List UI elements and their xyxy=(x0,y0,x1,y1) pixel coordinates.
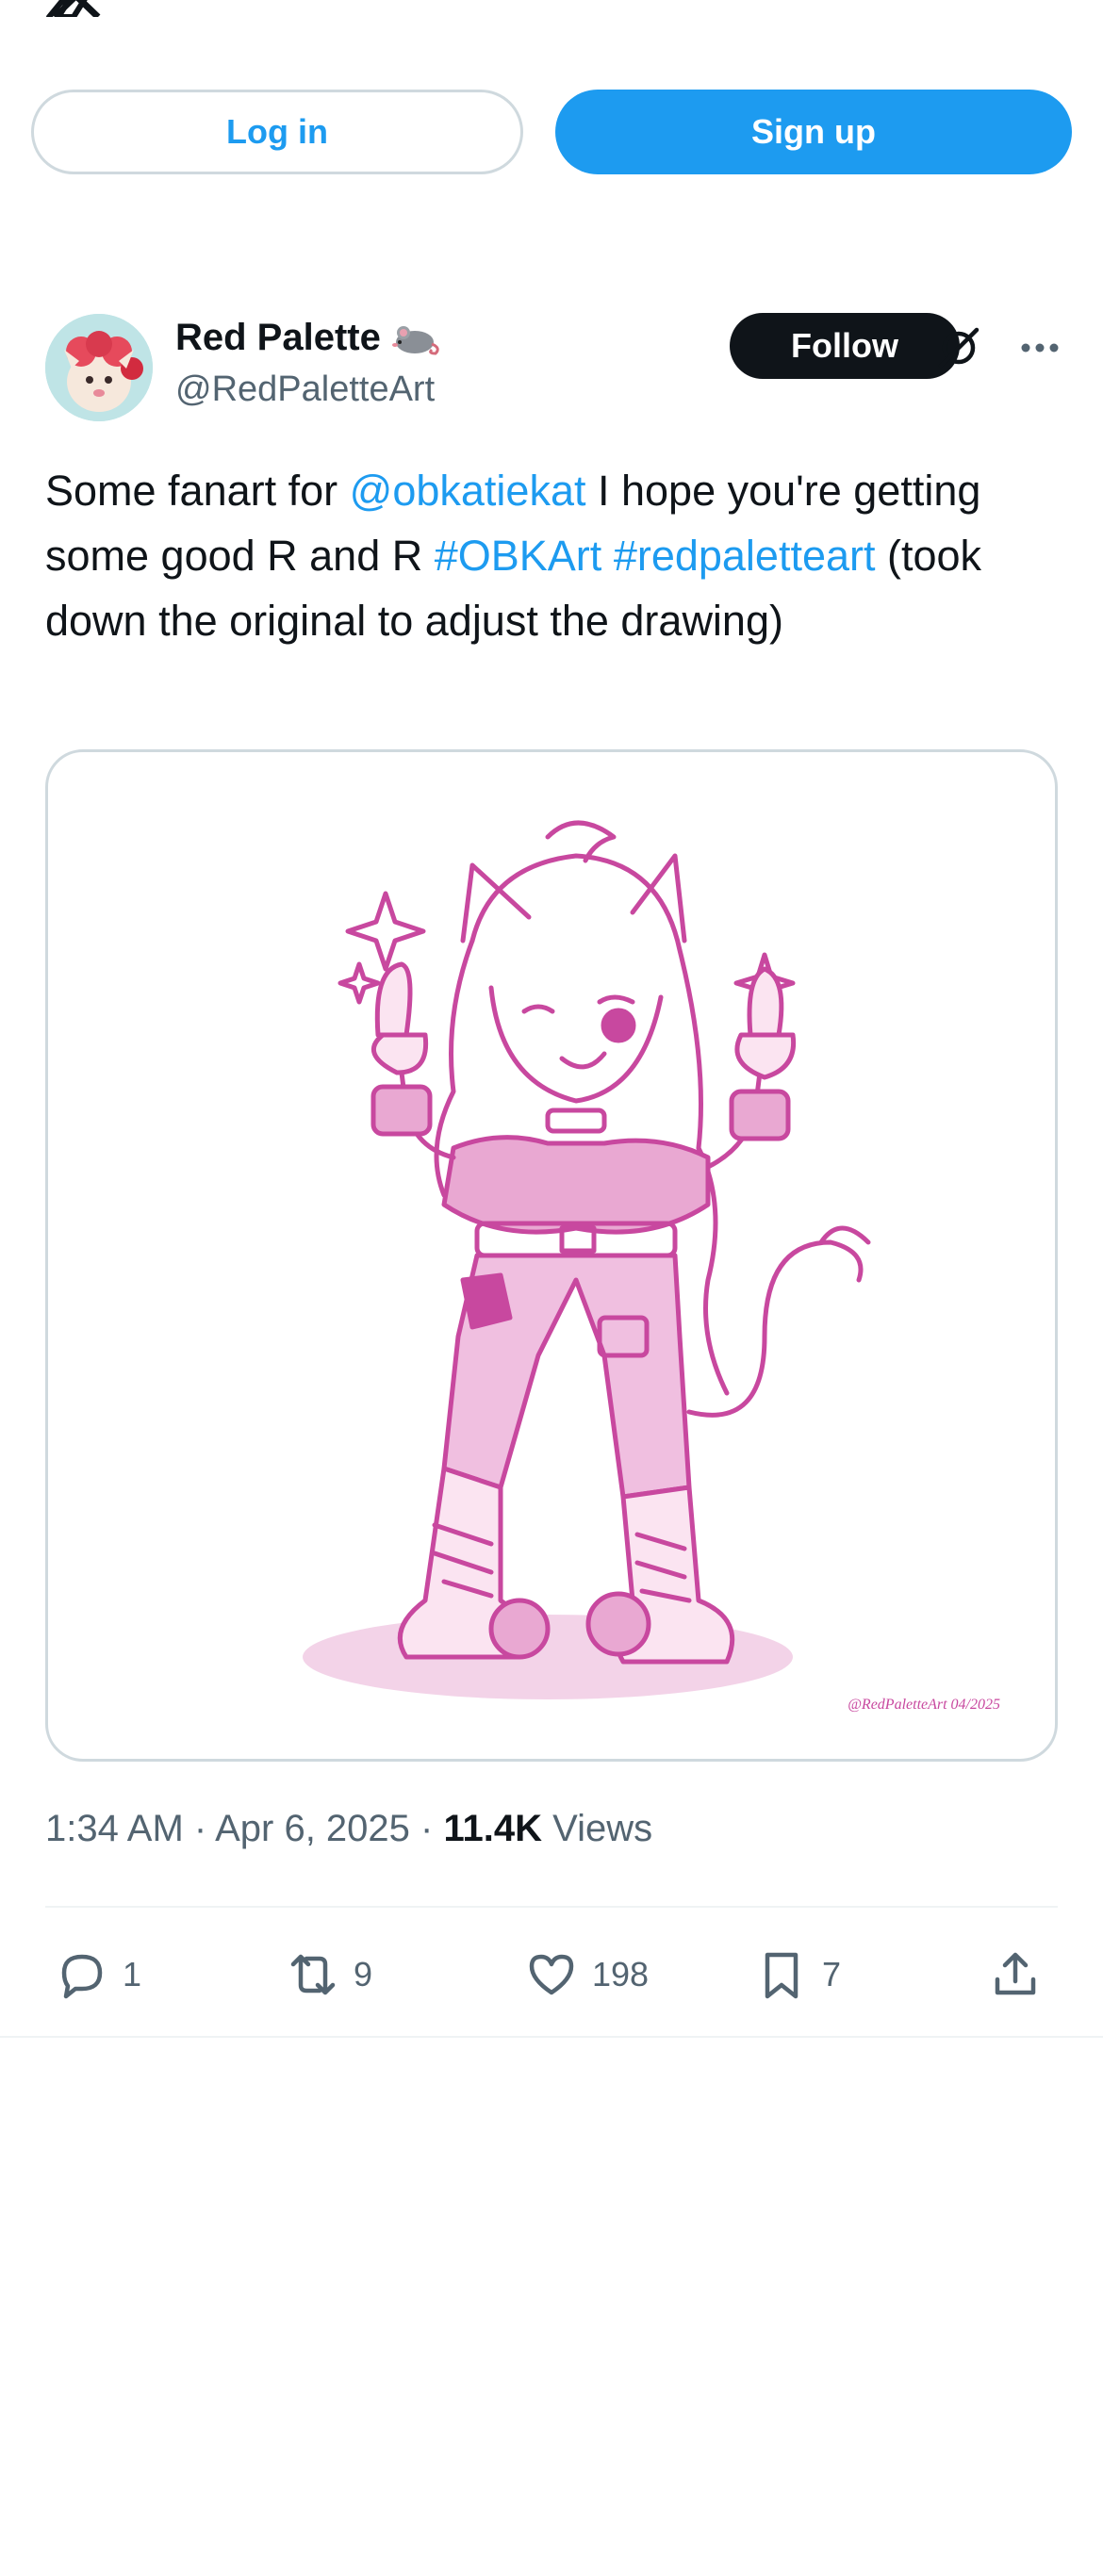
like-count: 198 xyxy=(592,1955,650,1994)
share-button[interactable] xyxy=(988,1937,1043,2012)
fanart-illustration: @RedPaletteArt 04/2025 xyxy=(303,820,1000,1713)
like-button[interactable]: 198 xyxy=(524,1937,649,2012)
hashtag-link[interactable]: #OBKArt xyxy=(435,532,602,580)
grok-icon[interactable] xyxy=(935,324,982,371)
follow-button[interactable]: Follow xyxy=(730,313,960,379)
signup-button[interactable]: Sign up xyxy=(555,90,1072,174)
views-count: 11.4K xyxy=(443,1808,542,1849)
bookmark-icon xyxy=(765,1952,798,1999)
bookmark-count: 7 xyxy=(822,1955,842,1994)
reply-count: 1 xyxy=(123,1955,142,1994)
hashtag-link[interactable]: #redpaletteart xyxy=(614,532,876,580)
x-logo-icon[interactable] xyxy=(45,0,107,17)
art-signature: @RedPaletteArt 04/2025 xyxy=(848,1697,1000,1713)
author-display-name[interactable]: Red Palette xyxy=(175,317,381,359)
mouse-emoji-icon xyxy=(391,325,439,355)
divider xyxy=(45,1906,1058,1908)
repost-icon xyxy=(290,1954,336,1995)
tweet-text-part: Some fanart for xyxy=(45,467,350,515)
tweet-meta: 1:34 AM · Apr 6, 2025 · 11.4K Views xyxy=(45,1808,652,1850)
reply-button[interactable]: 1 xyxy=(55,1937,141,2012)
tweet-text: Some fanart for @obkatiekat I hope you'r… xyxy=(45,458,1063,653)
share-icon xyxy=(995,1952,1036,1995)
auth-bar: Log in Sign up xyxy=(31,90,1072,174)
heart-icon xyxy=(529,1954,574,1995)
more-dots-icon[interactable] xyxy=(1016,324,1063,371)
login-button[interactable]: Log in xyxy=(31,90,523,174)
reply-icon xyxy=(61,1954,103,1999)
views-label: Views xyxy=(552,1808,653,1849)
author-handle[interactable]: @RedPaletteArt xyxy=(175,369,435,410)
tweet-header: Red Palette @RedPaletteArt Follow xyxy=(45,311,1059,424)
tweet-media-image[interactable]: @RedPaletteArt 04/2025 xyxy=(45,749,1058,1762)
avatar[interactable] xyxy=(45,314,153,421)
divider xyxy=(0,2036,1103,2038)
mention-link[interactable]: @obkatiekat xyxy=(350,467,586,515)
tweet-timestamp[interactable]: 1:34 AM · Apr 6, 2025 · xyxy=(45,1808,443,1849)
tweet-actions: 1 9 198 7 xyxy=(45,1937,1058,2012)
bookmark-button[interactable]: 7 xyxy=(754,1937,841,2012)
repost-count: 9 xyxy=(354,1955,373,1994)
repost-button[interactable]: 9 xyxy=(286,1937,372,2012)
